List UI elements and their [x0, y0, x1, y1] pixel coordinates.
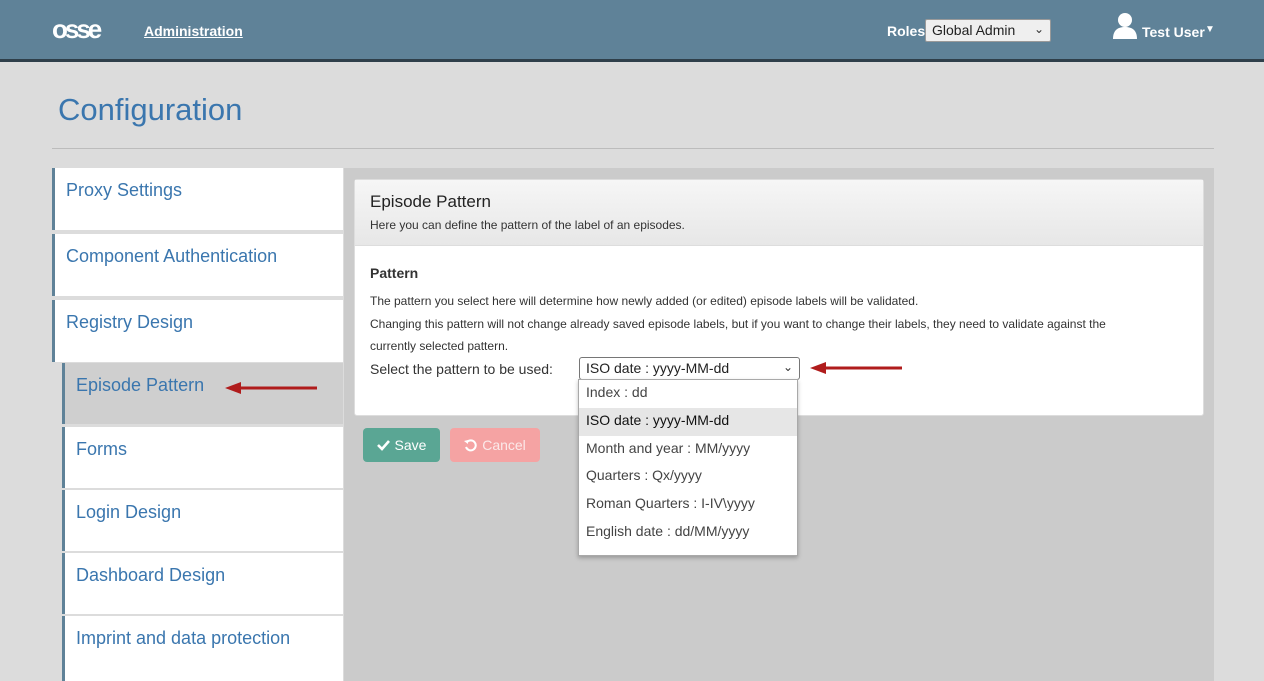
save-button[interactable]: Save [363, 428, 440, 462]
pattern-select[interactable]: ISO date : yyyy-MM-dd ⌄ [579, 357, 800, 380]
osse-logo[interactable]: osse [52, 16, 114, 44]
roles-selected-value: Global Admin [932, 22, 1016, 38]
undo-icon [464, 438, 477, 451]
pattern-dropdown-list: Index : dd ISO date : yyyy-MM-dd Month a… [578, 379, 798, 556]
sidebar-item-forms[interactable]: Forms [62, 427, 343, 488]
svg-text:osse: osse [52, 16, 102, 44]
sidebar-item-registry-design[interactable]: Registry Design [52, 300, 343, 362]
description-line: The pattern you select here will determi… [370, 294, 919, 308]
pattern-option-roman-quarters[interactable]: Roman Quarters : I-IV\yyyy [579, 491, 797, 519]
cancel-button[interactable]: Cancel [450, 428, 540, 462]
administration-link[interactable]: Administration [144, 23, 243, 39]
pattern-option-iso-date[interactable]: ISO date : yyyy-MM-dd [579, 407, 797, 436]
roles-select[interactable]: Global Admin ⌄ [925, 19, 1051, 42]
sidebar-item-imprint-data-protection[interactable]: Imprint and data protection [62, 616, 343, 681]
sidebar-item-proxy-settings[interactable]: Proxy Settings [52, 168, 343, 230]
top-navbar: osse Administration Roles Global Admin ⌄… [0, 0, 1264, 62]
panel-title: Episode Pattern [370, 192, 491, 211]
roles-label: Roles [887, 23, 926, 39]
sidebar-item-component-authentication[interactable]: Component Authentication [52, 234, 343, 296]
user-icon[interactable] [1112, 12, 1138, 40]
panel-subtitle: Here you can define the pattern of the l… [370, 218, 685, 232]
chevron-down-icon: ⌄ [782, 360, 793, 374]
pattern-selected-value: ISO date : yyyy-MM-dd [586, 360, 730, 376]
sidebar-item-login-design[interactable]: Login Design [62, 490, 343, 551]
description-line: currently selected pattern. [370, 339, 509, 353]
panel-header: Episode Pattern Here you can define the … [355, 180, 1203, 246]
pattern-option-index[interactable]: Index : dd [579, 380, 797, 408]
save-button-label: Save [394, 437, 427, 453]
check-icon [376, 440, 390, 451]
title-divider [52, 148, 1214, 149]
pattern-option-english-date[interactable]: English date : dd/MM/yyyy [579, 519, 797, 547]
sidebar-item-dashboard-design[interactable]: Dashboard Design [62, 553, 343, 614]
description-line: Changing this pattern will not change al… [370, 317, 1106, 331]
pattern-select-label: Select the pattern to be used: [370, 361, 553, 377]
pattern-option-month-year[interactable]: Month and year : MM/yyyy [579, 436, 797, 464]
cancel-button-label: Cancel [482, 437, 526, 453]
section-title: Pattern [370, 265, 419, 281]
pattern-option-quarters[interactable]: Quarters : Qx/yyyy [579, 463, 797, 491]
page-title: Configuration [58, 92, 243, 127]
annotation-arrow-icon [225, 382, 317, 394]
user-menu-name[interactable]: Test User [1142, 24, 1205, 40]
annotation-arrow-icon [810, 362, 902, 374]
caret-down-icon[interactable]: ▼ [1205, 24, 1215, 35]
chevron-down-icon: ⌄ [1033, 22, 1044, 36]
